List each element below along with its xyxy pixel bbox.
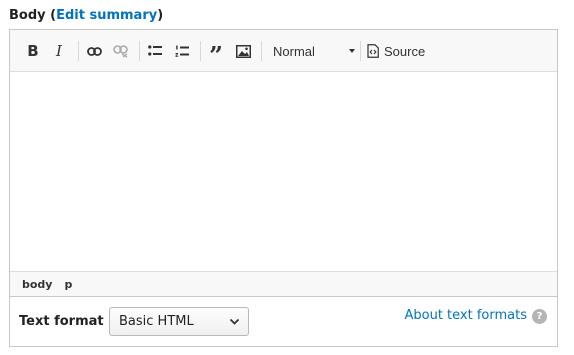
unlink-icon [113,44,128,58]
close-paren: ) [157,8,164,23]
about-text-formats-link[interactable]: About text formats [404,308,527,323]
source-label: Source [384,43,426,59]
element-path-bar: body p [10,271,557,296]
source-button[interactable]: Source [367,39,425,63]
path-item-p[interactable]: p [64,278,72,291]
bold-button[interactable]: B [21,39,45,63]
toolbar-separator [78,41,79,61]
toolbar-separator [200,41,201,61]
image-icon [235,44,251,58]
italic-icon: I [56,42,62,60]
image-button[interactable] [231,39,255,63]
chevron-down-icon [229,318,240,325]
rich-text-editor: B I ” Normal Source body p [9,29,558,297]
body-field-label: Body (Edit summary) [9,8,163,23]
toolbar-separator [139,41,140,61]
link-icon [86,46,102,56]
blockquote-icon: ” [209,40,223,70]
bulleted-list-button[interactable] [143,39,167,63]
editor-toolbar: B I ” Normal Source [10,30,557,72]
toolbar-separator [360,41,361,61]
numbered-list-icon [175,45,189,57]
open-paren: ( [45,8,57,23]
unlink-button[interactable] [109,39,133,63]
body-label-text: Body [9,8,46,23]
numbered-list-button[interactable] [170,39,194,63]
source-file-icon [367,44,379,58]
italic-button[interactable]: I [47,39,71,63]
path-item-body[interactable]: body [22,278,52,291]
bold-icon: B [27,42,39,60]
text-format-label: Text format [19,314,104,329]
paragraph-format-dropdown[interactable]: Normal [265,39,355,63]
link-button[interactable] [82,39,106,63]
caret-down-icon [349,49,355,53]
blockquote-button[interactable]: ” [204,39,228,67]
edit-summary-link[interactable]: Edit summary [56,8,157,23]
toolbar-separator [261,41,262,61]
paragraph-format-value: Normal [273,43,315,59]
text-format-select[interactable]: Basic HTML [109,307,249,336]
editor-content-area[interactable] [10,73,557,272]
bulleted-list-icon [148,45,162,56]
help-icon[interactable]: ? [532,309,547,324]
text-format-wrapper: Text format Basic HTML About text format… [9,297,558,347]
text-format-selected: Basic HTML [119,314,194,329]
